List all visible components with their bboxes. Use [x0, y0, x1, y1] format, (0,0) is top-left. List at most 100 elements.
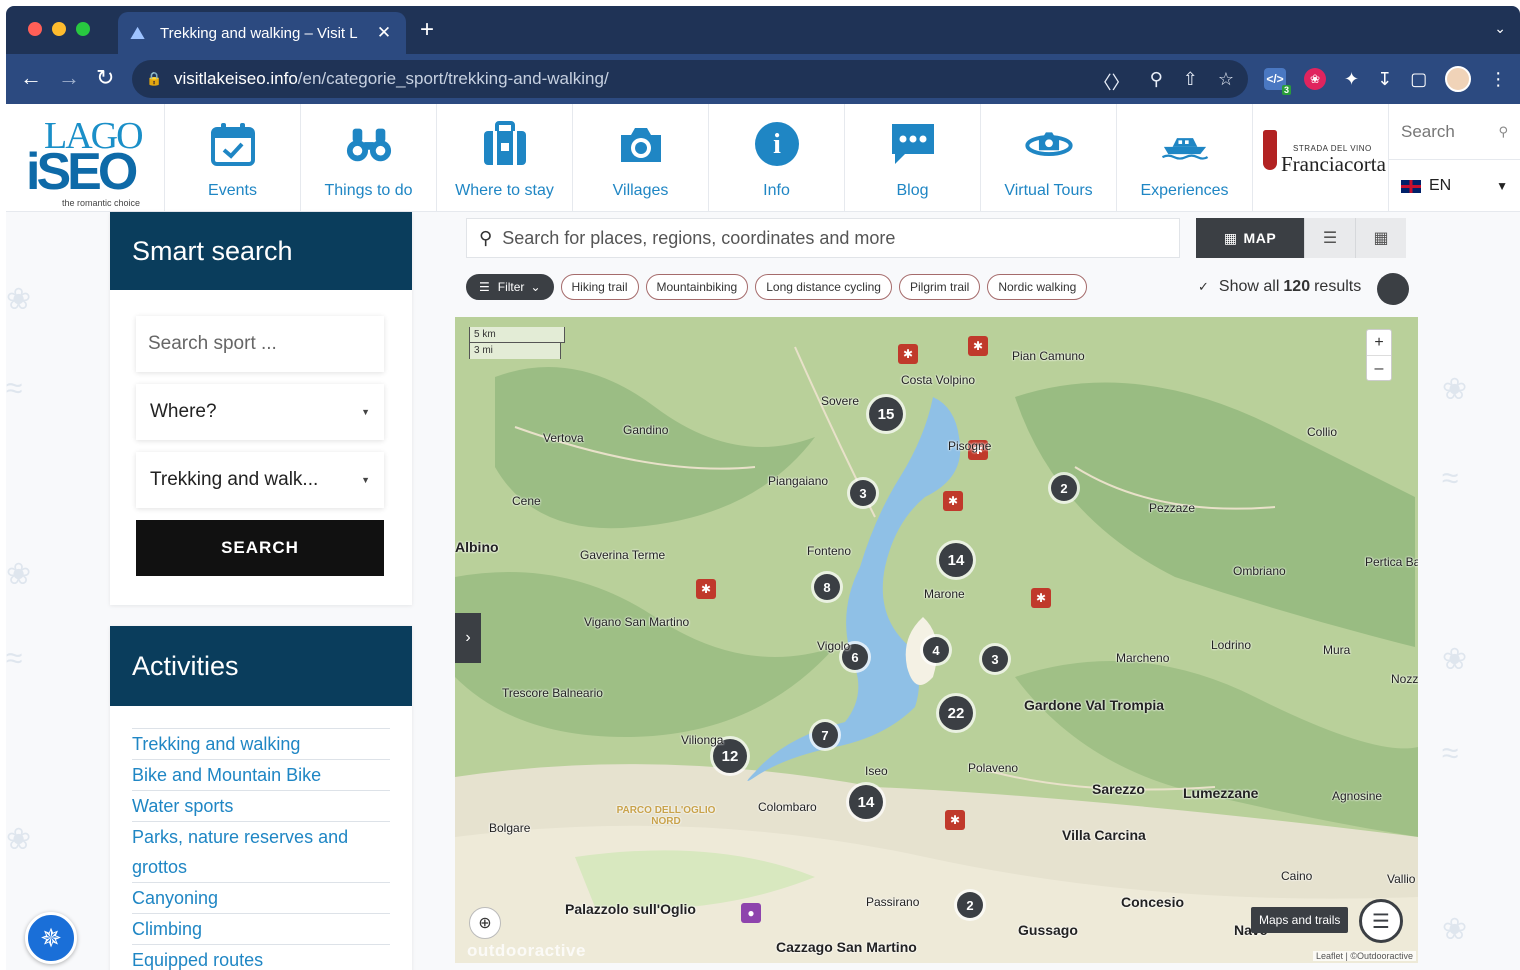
list-view-button[interactable]: ☰	[1304, 218, 1355, 258]
address-bar[interactable]: 🔒 visitlakeiseo.info/en/categorie_sport/…	[132, 60, 1248, 98]
chip-pilgrim-trail[interactable]: Pilgrim trail	[898, 274, 981, 300]
where-select[interactable]: Where? ▼	[136, 384, 384, 440]
chip-hiking-trail[interactable]: Hiking trail	[560, 274, 639, 300]
place-label: Iseo	[865, 764, 888, 778]
search-button[interactable]: SEARCH	[136, 520, 384, 576]
language-selector[interactable]: EN ▼	[1388, 160, 1520, 212]
chip-nordic-walking[interactable]: Nordic walking	[987, 274, 1088, 300]
tab-close-icon[interactable]: ✕	[374, 23, 394, 43]
nav-villages[interactable]: Villages	[572, 104, 708, 212]
extensions-puzzle-icon[interactable]: ✦	[1344, 69, 1359, 90]
search-icon[interactable]: ⚲	[1498, 124, 1508, 140]
hiking-poi-icon[interactable]: ✱	[898, 344, 918, 364]
place-label: Gaverina Terme	[580, 548, 666, 562]
hiking-poi-icon[interactable]: ✱	[943, 491, 963, 511]
dev-extension-icon[interactable]: </> 3	[1264, 68, 1291, 95]
activity-link[interactable]: Climbing	[132, 913, 390, 944]
activity-link[interactable]: Parks, nature reserves and grottos	[132, 821, 390, 882]
map-cluster[interactable]: 15	[869, 397, 903, 431]
place-label: Passirano	[866, 895, 920, 909]
zoom-in-button[interactable]: +	[1367, 330, 1391, 355]
place-label: Mura	[1323, 643, 1351, 657]
maps-and-trails-button[interactable]: Maps and trails	[1251, 907, 1349, 933]
window-maximize-button[interactable]	[76, 22, 90, 36]
map-search-input[interactable]: ⚲ Search for places, regions, coordinate…	[466, 218, 1180, 258]
place-label: Lumezzane	[1183, 785, 1259, 801]
window-minimize-button[interactable]	[52, 22, 66, 36]
nav-things-to-do[interactable]: Things to do	[300, 104, 436, 212]
place-label: Albino	[455, 539, 499, 555]
map-sidebar-toggle[interactable]: ›	[455, 613, 481, 663]
map-cluster[interactable]: 2	[957, 892, 983, 918]
map-cluster[interactable]: 22	[939, 696, 973, 730]
bike-poi-icon[interactable]: ●	[741, 903, 761, 923]
map-view-button[interactable]: ▦ MAP	[1196, 218, 1304, 258]
side-panel-icon[interactable]: ▢	[1410, 69, 1427, 90]
map-layers-button[interactable]: ☰	[1359, 899, 1403, 943]
zoom-out-button[interactable]: –	[1367, 355, 1391, 380]
tab-search-chevron-icon[interactable]: ⌄	[1494, 20, 1506, 37]
activity-link[interactable]: Equipped routes	[132, 944, 390, 970]
place-label: Pezzaze	[1149, 501, 1196, 515]
download-icon[interactable]: ↧	[1377, 69, 1392, 90]
reload-icon[interactable]: ↻	[96, 66, 114, 90]
zoom-control: + –	[1366, 329, 1392, 381]
bookmark-star-icon[interactable]: ☆	[1218, 69, 1234, 95]
map-cluster[interactable]: 3	[982, 646, 1008, 672]
hiking-poi-icon[interactable]: ✱	[945, 810, 965, 830]
map-cluster[interactable]: 8	[814, 574, 840, 600]
nav-virtual-tours[interactable]: Virtual Tours	[980, 104, 1116, 212]
activity-link[interactable]: Trekking and walking	[132, 728, 390, 759]
map-cluster[interactable]: 4	[923, 637, 949, 663]
hiking-poi-icon[interactable]: ✱	[1031, 588, 1051, 608]
share-icon[interactable]: ⇧	[1183, 69, 1198, 95]
hiking-poi-icon[interactable]: ✱	[968, 336, 988, 356]
browser-menu-icon[interactable]: ⋮	[1489, 69, 1507, 90]
activity-link[interactable]: Bike and Mountain Bike	[132, 759, 390, 790]
nav-blog[interactable]: Blog	[844, 104, 980, 212]
map-cluster[interactable]: 2	[1051, 475, 1077, 501]
chip-long-distance-cycling[interactable]: Long distance cycling	[755, 274, 892, 300]
category-select[interactable]: Trekking and walk... ▼	[136, 452, 384, 508]
trail-map[interactable]: 5 km 3 mi + – › 15 3 2 14 8 4 6 3 22 7 1…	[455, 317, 1418, 963]
new-tab-button[interactable]: +	[420, 18, 434, 42]
extension-badge: 3	[1281, 85, 1291, 95]
map-attribution[interactable]: Leaflet | ©Outdooractive	[1312, 951, 1416, 961]
place-label: Vilionga	[681, 733, 724, 747]
grid-view-button[interactable]: ▦	[1355, 218, 1406, 258]
hiking-poi-icon[interactable]: ✱	[696, 579, 716, 599]
map-action-button[interactable]	[1377, 273, 1409, 305]
translate-icon[interactable]: 〈〉	[1094, 69, 1130, 95]
accessibility-button[interactable]: ✵	[25, 912, 77, 964]
zoom-icon[interactable]: ⚲	[1150, 69, 1163, 95]
lago-iseo-logo[interactable]: LAGO iSEO the romantic choice	[16, 114, 164, 209]
calendar-icon	[209, 120, 257, 168]
map-cluster[interactable]: 14	[939, 543, 973, 577]
nav-experiences[interactable]: Experiences	[1116, 104, 1252, 212]
locate-me-button[interactable]: ⊕	[469, 907, 501, 939]
window-close-button[interactable]	[28, 22, 42, 36]
logo-text-main: iSEO	[26, 143, 138, 201]
forward-arrow-icon[interactable]: →	[58, 66, 80, 90]
nav-events[interactable]: Events	[164, 104, 300, 212]
chip-mountainbiking[interactable]: Mountainbiking	[645, 274, 749, 300]
map-cluster[interactable]: 3	[850, 480, 876, 506]
header-search-input[interactable]: Search ⚲	[1388, 104, 1520, 160]
caret-down-icon: ▼	[361, 475, 370, 485]
profile-avatar[interactable]	[1445, 66, 1472, 92]
place-label: Sarezzo	[1092, 781, 1145, 797]
nav-info[interactable]: i Info	[708, 104, 844, 212]
nav-where-to-stay[interactable]: Where to stay	[436, 104, 572, 212]
pocket-extension-icon[interactable]: ❀	[1304, 68, 1326, 90]
filter-button[interactable]: ☰ Filter ⌄	[466, 274, 554, 300]
sport-search-input[interactable]: Search sport ...	[136, 316, 384, 372]
activity-link[interactable]: Water sports	[132, 790, 390, 821]
browser-tab-active[interactable]: ⛰ Trekking and walking – Visit L ✕	[118, 12, 406, 54]
franciacorta-partner-logo[interactable]: STRADA DEL VINO Franciacorta	[1252, 104, 1388, 212]
activity-link[interactable]: Canyoning	[132, 882, 390, 913]
map-cluster[interactable]: 14	[849, 785, 883, 819]
place-label: Collio	[1307, 425, 1338, 439]
back-arrow-icon[interactable]: ←	[20, 66, 42, 90]
map-cluster[interactable]: 7	[812, 722, 838, 748]
show-all-results-checkbox[interactable]: ✓ Show all 120 results	[1198, 278, 1361, 296]
